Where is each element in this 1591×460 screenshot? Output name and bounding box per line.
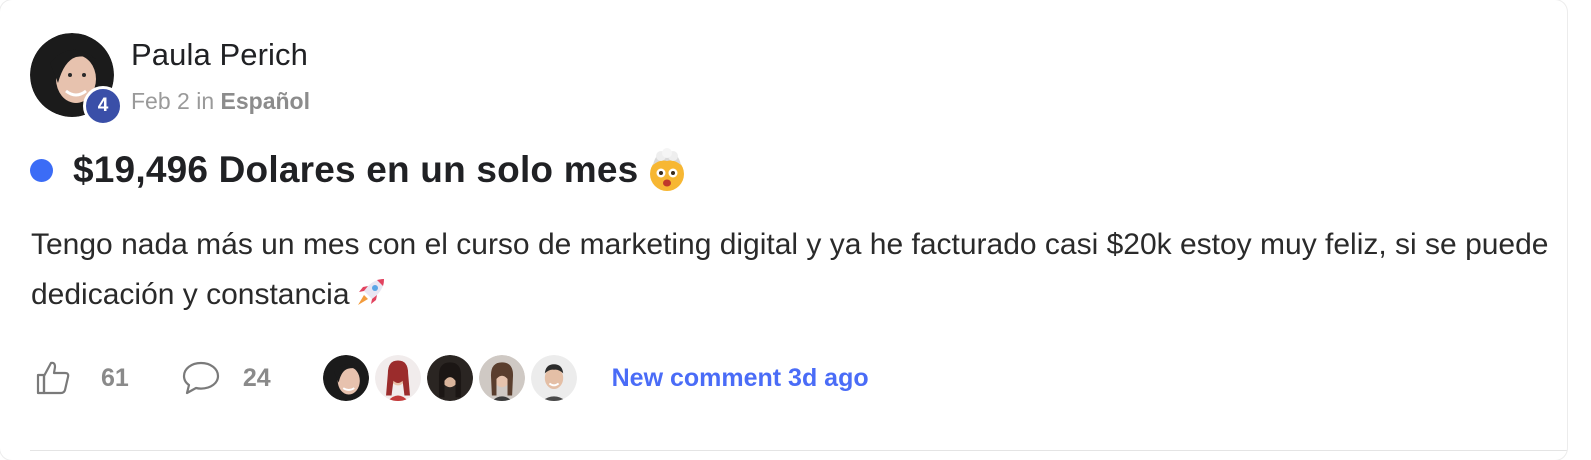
post-date: Feb 2 [131, 88, 190, 114]
rocket-emoji-icon [357, 279, 384, 305]
commenter-avatars[interactable] [320, 353, 579, 403]
post-title[interactable]: $19,496 Dolares en un solo mes [73, 149, 638, 191]
post-card[interactable]: 4 Paula Perich Feb 2 in Español $19,496 … [0, 0, 1567, 460]
commenter-avatar[interactable] [372, 353, 423, 403]
author-name[interactable]: Paula Perich [131, 37, 308, 73]
comment-button[interactable] [181, 358, 221, 398]
level-badge: 4 [83, 86, 123, 126]
meta-in-word: in [189, 88, 221, 114]
post-meta: Feb 2 in Español [131, 88, 310, 115]
comment-icon [182, 361, 219, 395]
like-count: 61 [101, 363, 129, 392]
comment-count: 24 [242, 363, 271, 392]
exploding-head-emoji-icon [650, 148, 685, 191]
unread-dot [30, 158, 53, 182]
divider [30, 450, 1567, 451]
author-avatar-wrap[interactable]: 4 [30, 33, 123, 126]
post-category[interactable]: Español [221, 88, 310, 114]
post-body: Tengo nada más un mes con el curso de ma… [31, 220, 1556, 320]
commenter-avatar[interactable] [476, 353, 527, 403]
commenter-avatar[interactable] [320, 353, 371, 403]
commenter-avatar[interactable] [424, 353, 475, 403]
post-body-text: Tengo nada más un mes con el curso de ma… [31, 228, 1549, 311]
like-button[interactable] [33, 358, 73, 398]
thumbs-up-icon [36, 361, 70, 395]
commenter-avatar[interactable] [528, 353, 579, 403]
post-title-row[interactable]: $19,496 Dolares en un solo mes [30, 145, 690, 195]
post-actions: 61 24 New comment 3d ago [33, 350, 869, 406]
new-comment-link[interactable]: New comment 3d ago [612, 364, 869, 393]
